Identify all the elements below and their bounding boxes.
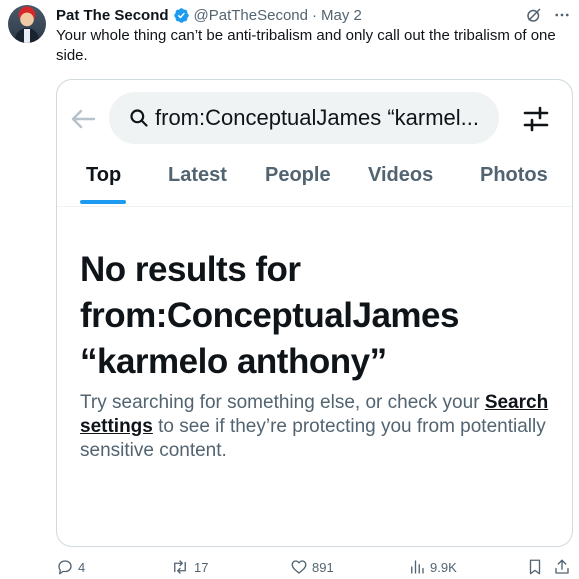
embedded-screenshot[interactable]: from:ConceptualJames “karmel... Top Late… [56, 79, 573, 547]
reply-button[interactable]: 4 [56, 558, 85, 576]
tab-people: People [265, 164, 331, 186]
hint-prefix: Try searching for something else, or che… [80, 392, 480, 413]
active-tab-indicator [80, 200, 126, 204]
tweet-action-bar: 4 17 891 9.9K [56, 556, 571, 578]
verified-badge-icon [173, 7, 189, 23]
search-input: from:ConceptualJames “karmel... [109, 92, 499, 144]
tweet: Pat The Second @PatTheSecond · May 2 You… [0, 0, 579, 579]
tweet-text: Your whole thing can’t be anti-tribalism… [56, 27, 556, 64]
separator-dot: · [312, 6, 317, 24]
search-query: from:ConceptualJames “karmel... [155, 105, 479, 130]
like-button[interactable]: 891 [290, 558, 334, 576]
reply-count: 4 [78, 559, 86, 575]
tweet-top-actions [525, 6, 571, 24]
views-button[interactable]: 9.9K [408, 558, 457, 576]
bookmark-icon [529, 559, 541, 575]
more-icon[interactable] [553, 6, 571, 24]
tweet-date[interactable]: May 2 [321, 7, 362, 24]
tab-latest: Latest [168, 164, 227, 186]
search-tabs: Top Latest People Videos Photos [57, 158, 572, 207]
repost-icon [174, 560, 186, 574]
bookmark-button[interactable] [526, 558, 544, 576]
views-count: 9.9K [430, 559, 457, 575]
author-name[interactable]: Pat The Second [56, 7, 169, 24]
share-button[interactable] [553, 558, 571, 576]
repost-button[interactable]: 17 [170, 558, 208, 576]
author-handle[interactable]: @PatTheSecond [194, 7, 308, 24]
tab-top: Top [86, 164, 122, 186]
tab-photos: Photos [480, 164, 548, 186]
views-icon [411, 560, 424, 574]
search-icon [130, 109, 148, 127]
no-results-hint: Try searching for something else, or che… [80, 391, 560, 463]
no-results-heading: No results for from:ConceptualJames “kar… [80, 247, 560, 385]
tweet-header: Pat The Second @PatTheSecond · May 2 [56, 5, 362, 25]
reply-icon [58, 560, 72, 575]
tab-videos: Videos [368, 164, 434, 186]
share-icon [555, 559, 569, 574]
avatar[interactable] [8, 5, 46, 43]
heart-icon [291, 560, 307, 574]
like-count: 891 [312, 559, 334, 575]
back-arrow-icon [71, 109, 96, 129]
no-results-line-1: No results for [80, 250, 301, 289]
repost-count: 17 [194, 559, 209, 575]
grok-icon[interactable] [525, 6, 543, 24]
no-results-line-3: “karmelo anthony” [80, 342, 387, 381]
no-results-line-2: from:ConceptualJames [80, 296, 459, 335]
filter-icon [523, 106, 549, 132]
